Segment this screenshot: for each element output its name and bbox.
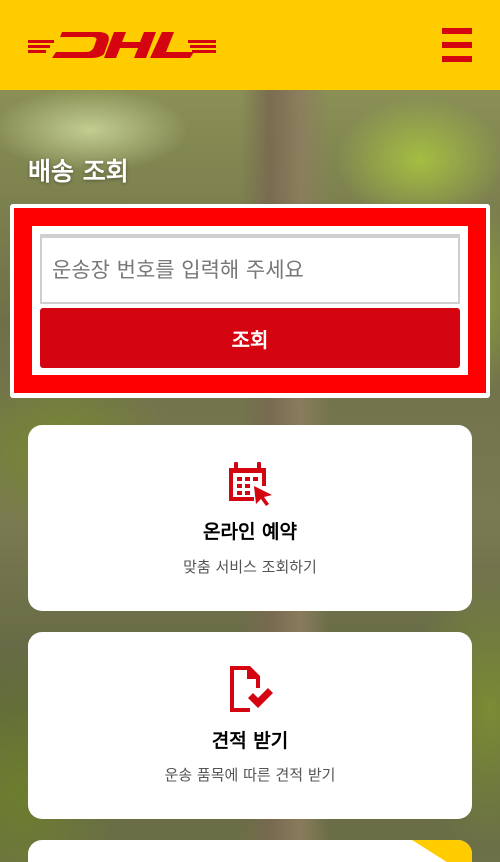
yellow-corner-accent — [412, 840, 472, 862]
dhl-logo[interactable] — [28, 28, 216, 62]
header-bar — [0, 0, 500, 90]
online-booking-card[interactable]: 온라인 예약 맞춤 서비스 조회하기 — [28, 425, 472, 611]
track-button[interactable]: 조회 — [40, 308, 460, 368]
calendar-cursor-icon — [229, 462, 272, 506]
card-description: 운송 품목에 따른 견적 받기 — [164, 766, 336, 784]
tracking-number-input[interactable] — [40, 234, 460, 304]
hamburger-menu-icon[interactable] — [442, 28, 472, 62]
tracking-title: 배송 조회 — [28, 157, 129, 186]
card-title: 온라인 예약 — [202, 521, 297, 543]
card-title: 견적 받기 — [211, 730, 289, 752]
card-description: 맞춤 서비스 조회하기 — [183, 558, 317, 576]
get-quote-card[interactable]: 견적 받기 운송 품목에 따른 견적 받기 — [28, 632, 472, 819]
document-check-icon — [230, 666, 273, 712]
next-card[interactable] — [28, 840, 472, 862]
